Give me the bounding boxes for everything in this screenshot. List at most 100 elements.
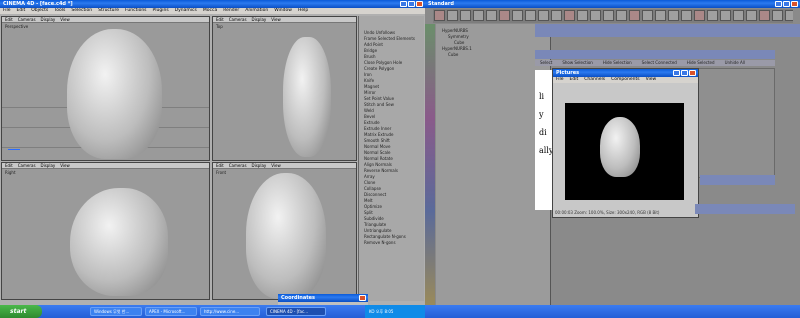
toolbar-icon[interactable] bbox=[590, 10, 601, 21]
head-model-front bbox=[246, 173, 326, 299]
minimize-button[interactable] bbox=[400, 1, 407, 7]
c4d-titlebar[interactable]: CINEMA 4D - [face.c4d *] bbox=[0, 0, 425, 8]
rendered-head bbox=[600, 117, 640, 177]
toolbar-icon[interactable] bbox=[616, 10, 627, 21]
viewport-label: Right bbox=[5, 170, 16, 175]
menu-item[interactable]: Edit bbox=[570, 77, 579, 82]
toolbar-icon[interactable] bbox=[759, 10, 770, 21]
menu-item[interactable]: Channels bbox=[584, 77, 605, 82]
toolbar-icon[interactable] bbox=[655, 10, 666, 21]
viewport-top[interactable]: Edit Cameras Display View Top bbox=[212, 16, 357, 161]
menu-item[interactable]: Edit bbox=[17, 8, 26, 13]
attributes-panel bbox=[695, 68, 775, 178]
viewport-front[interactable]: Edit Cameras Display View Front bbox=[212, 162, 357, 300]
toolbar-icon[interactable] bbox=[434, 10, 445, 21]
close-button[interactable] bbox=[359, 295, 366, 301]
maximize-button[interactable] bbox=[408, 1, 415, 7]
toolbar-icon[interactable] bbox=[460, 10, 471, 21]
toolbar-icon[interactable] bbox=[499, 10, 510, 21]
viewport-right[interactable]: Edit Cameras Display View Right bbox=[1, 162, 210, 300]
system-tray: KO 오후 8:05 bbox=[365, 305, 425, 318]
tab[interactable]: Show Selection bbox=[562, 60, 593, 65]
taskbar-item[interactable]: http://www.cine... bbox=[200, 307, 260, 316]
coordinates-title: Coordinates bbox=[281, 295, 315, 301]
head-model bbox=[67, 29, 162, 159]
toolbar-icon[interactable] bbox=[603, 10, 614, 21]
c4d-menubar: File Edit Objects Tools Selection Structure Fu… bbox=[0, 8, 425, 14]
toolbar-icon[interactable] bbox=[707, 10, 718, 21]
minimize-button[interactable] bbox=[673, 70, 680, 76]
pictures-status: 00:00:03 Zoom: 100.0%, Size: 300x240, RG… bbox=[555, 210, 660, 215]
maximize-button[interactable] bbox=[681, 70, 688, 76]
object-row[interactable]: Cube bbox=[436, 52, 550, 58]
toolbar-icon[interactable] bbox=[681, 10, 692, 21]
maximize-button[interactable] bbox=[783, 1, 790, 7]
toolbar-icon[interactable] bbox=[772, 10, 783, 21]
viewport-menu: Edit Cameras Display View bbox=[2, 163, 209, 169]
menu-item[interactable]: Tools bbox=[54, 8, 65, 13]
toolbar-icon[interactable] bbox=[538, 10, 549, 21]
toolbar-icon[interactable] bbox=[694, 10, 705, 21]
menu-item[interactable]: Selection bbox=[71, 8, 92, 13]
bg-window-3 bbox=[700, 175, 775, 185]
standard-title: Standard bbox=[428, 1, 454, 7]
menu-item[interactable]: File bbox=[3, 8, 11, 13]
menu-item[interactable]: Structure bbox=[98, 8, 119, 13]
toolbar-icon[interactable] bbox=[551, 10, 562, 21]
toolbar-icon[interactable] bbox=[473, 10, 484, 21]
toolbar-icon[interactable] bbox=[629, 10, 640, 21]
render-canvas bbox=[565, 103, 684, 200]
tool-item[interactable]: Remove N-gons bbox=[359, 240, 424, 246]
tab[interactable]: Select bbox=[540, 60, 552, 65]
toolbar-icon[interactable] bbox=[720, 10, 731, 21]
menu-item[interactable]: Window bbox=[274, 8, 292, 13]
tab[interactable]: Unhide All bbox=[725, 60, 745, 65]
toolbar-icon[interactable] bbox=[668, 10, 679, 21]
minimize-button[interactable] bbox=[775, 1, 782, 7]
pictures-menubar: File Edit Channels Components View bbox=[553, 77, 698, 83]
toolbar-icon[interactable] bbox=[564, 10, 575, 21]
menu-item[interactable]: Mocca bbox=[203, 8, 217, 13]
standard-titlebar[interactable]: Standard bbox=[425, 0, 800, 8]
toolbar-icon[interactable] bbox=[642, 10, 653, 21]
tab[interactable]: Select Connected bbox=[642, 60, 677, 65]
bg-tabs: Select Show Selection Hide Selection Select… bbox=[535, 60, 775, 66]
toolbar-icon[interactable] bbox=[512, 10, 523, 21]
menu-item[interactable]: Help bbox=[298, 8, 308, 13]
axis-gizmo bbox=[8, 149, 20, 150]
object-manager: HyperNURBS Symmetry Cube HyperNURBS.1 Cube bbox=[436, 24, 551, 305]
toolbar-icon[interactable] bbox=[577, 10, 588, 21]
menu-item[interactable]: Objects bbox=[31, 8, 48, 13]
menu-item[interactable]: Functions bbox=[125, 8, 147, 13]
left-icon-strip bbox=[425, 24, 435, 305]
pictures-titlebar[interactable]: Pictures bbox=[553, 69, 698, 77]
close-button[interactable] bbox=[791, 1, 798, 7]
tools-panel: Undo Unfollows Frame Selected Elements Add… bbox=[358, 16, 424, 301]
menu-item[interactable]: Plugins bbox=[153, 8, 169, 13]
viewport-label: Perspective bbox=[5, 24, 29, 29]
toolbar-icon[interactable] bbox=[733, 10, 744, 21]
tab[interactable]: Hide Selected bbox=[687, 60, 715, 65]
head-model-side bbox=[70, 188, 168, 296]
toolbar-icon[interactable] bbox=[447, 10, 458, 21]
taskbar-item[interactable]: CINEMA 4D - [fac... bbox=[266, 307, 326, 316]
taskbar-item[interactable]: Windows 무엇 한... bbox=[90, 307, 142, 316]
viewport-perspective[interactable]: Edit Cameras Display View Perspective bbox=[1, 16, 210, 161]
menu-item[interactable]: Dynamics bbox=[175, 8, 197, 13]
menu-item[interactable]: Animation bbox=[245, 8, 268, 13]
taskbar-item[interactable]: APEX - Microsoft... bbox=[145, 307, 197, 316]
start-button[interactable]: start bbox=[0, 305, 42, 318]
toolbar-icon[interactable] bbox=[746, 10, 757, 21]
tab[interactable]: Hide Selection bbox=[603, 60, 632, 65]
menu-item[interactable]: Render bbox=[223, 8, 239, 13]
toolbar-icon[interactable] bbox=[486, 10, 497, 21]
menu-item[interactable]: Components bbox=[611, 77, 639, 82]
menu-item[interactable]: View bbox=[646, 77, 657, 82]
pictures-title: Pictures bbox=[556, 70, 580, 76]
toolbar-icon[interactable] bbox=[785, 10, 793, 21]
coordinates-titlebar[interactable]: Coordinates bbox=[278, 294, 368, 302]
close-button[interactable] bbox=[689, 70, 696, 76]
toolbar-icon[interactable] bbox=[525, 10, 536, 21]
menu-item[interactable]: File bbox=[556, 77, 564, 82]
close-button[interactable] bbox=[416, 1, 423, 7]
